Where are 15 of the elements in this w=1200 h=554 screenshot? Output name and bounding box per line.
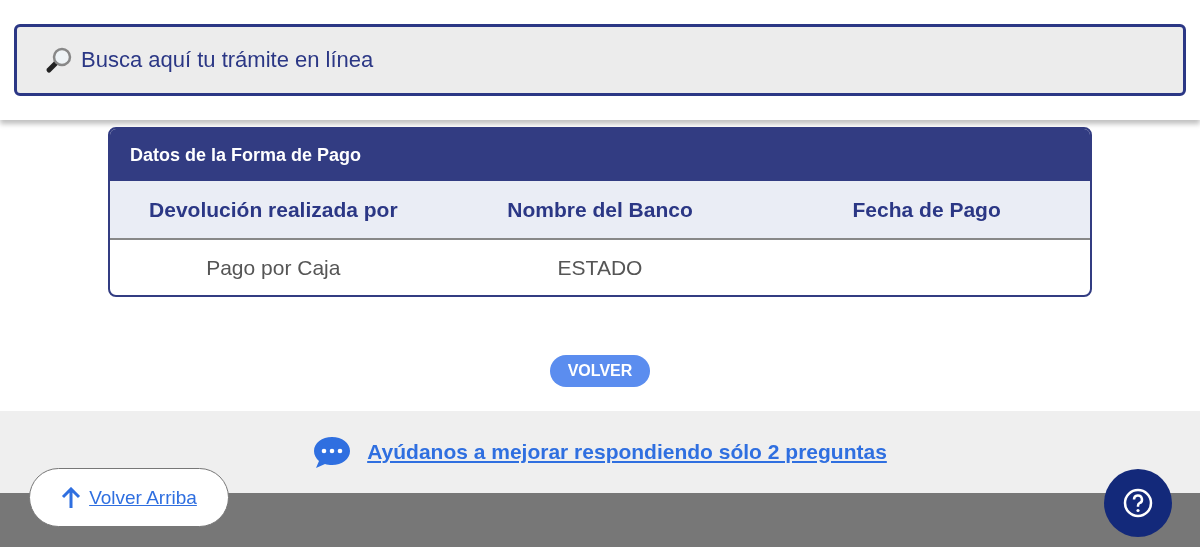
table-cell-text: Pago por Caja bbox=[205, 254, 342, 281]
search-field[interactable]: Busca aquí tu trámite en línea bbox=[14, 24, 1186, 96]
back-button[interactable]: VOLVER bbox=[549, 355, 651, 387]
help-icon bbox=[1122, 487, 1154, 519]
column-header: Devolución realizada por bbox=[148, 196, 399, 223]
feedback-link[interactable]: Ayúdanos a mejorar respondiendo sólo 2 preguntas bbox=[367, 440, 887, 464]
search-icon bbox=[45, 46, 73, 74]
chat-bubble-icon bbox=[313, 435, 352, 469]
table-cell-text: ESTADO bbox=[556, 254, 644, 281]
column-header: Fecha de Pago bbox=[851, 196, 1002, 223]
column-header: Nombre del Banco bbox=[506, 196, 694, 223]
scroll-top-button[interactable]: Volver Arriba bbox=[29, 468, 229, 527]
arrow-up-icon bbox=[61, 486, 82, 509]
table-title: Datos de la Forma de Pago bbox=[110, 129, 1090, 181]
scroll-top-link[interactable]: Volver Arriba bbox=[89, 486, 197, 509]
